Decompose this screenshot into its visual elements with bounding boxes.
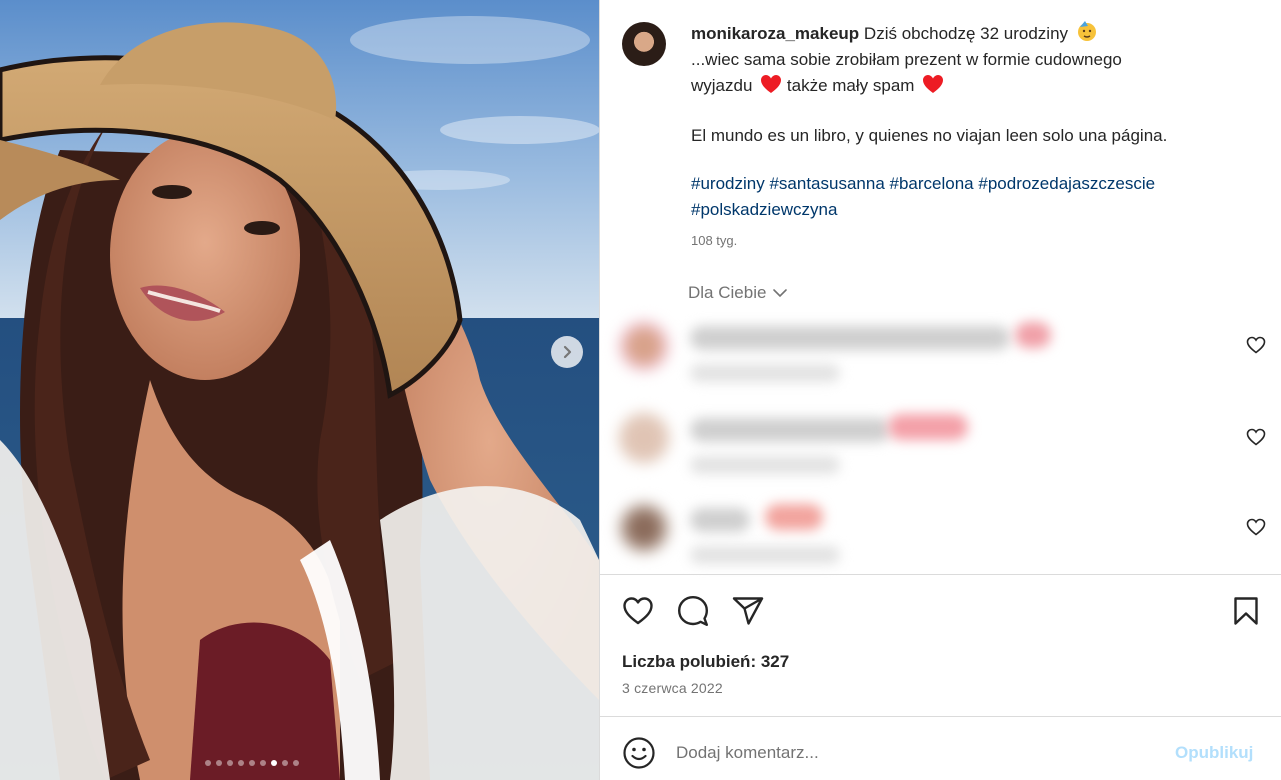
comment-item	[600, 402, 1281, 482]
carousel-next-button[interactable]	[551, 336, 583, 368]
comment-button[interactable]	[676, 594, 710, 628]
chevron-right-icon	[563, 345, 572, 359]
blurred-comment-meta	[690, 364, 840, 382]
hashtag-list: #urodziny #santasusanna #barcelona #podr…	[691, 171, 1251, 223]
commenter-avatar[interactable]	[618, 320, 670, 372]
comment-filter-label: Dla Ciebie	[688, 283, 767, 302]
carousel-dot	[205, 760, 211, 766]
hashtag-link[interactable]: #urodziny	[691, 174, 765, 193]
carousel-dot	[249, 760, 255, 766]
like-button[interactable]	[621, 594, 655, 628]
post-actions-bar	[600, 590, 1281, 634]
caption-line: ...wiec sama sobie zrobiłam prezent w fo…	[691, 50, 1122, 69]
photo-scene	[0, 0, 599, 780]
carousel-dot	[293, 760, 299, 766]
carousel-dot	[216, 760, 222, 766]
chevron-down-icon	[773, 289, 788, 298]
blurred-comment-text	[690, 508, 750, 532]
red-heart-emoji-icon	[923, 75, 944, 93]
comment-input[interactable]	[676, 738, 1156, 768]
red-heart-emoji-icon	[761, 75, 782, 93]
share-button[interactable]	[731, 594, 765, 628]
blurred-emoji	[1015, 322, 1051, 348]
post-details-panel: monikaroza_makeup Dziś obchodzę 32 urodz…	[600, 0, 1281, 780]
blurred-emoji	[765, 504, 823, 530]
comment-filter-dropdown[interactable]: Dla Ciebie	[688, 283, 788, 303]
blurred-comment-meta	[690, 456, 840, 474]
caption-line: wyjazdu	[691, 76, 753, 95]
carousel-indicators	[205, 760, 299, 766]
blurred-comment-text	[690, 418, 890, 442]
likes-count[interactable]: Liczba polubień: 327	[622, 652, 789, 672]
caption-text: monikaroza_makeup Dziś obchodzę 32 urodz…	[691, 20, 1251, 223]
section-divider	[600, 716, 1281, 717]
caption-quote: El mundo es un libro, y quienes no viaja…	[691, 126, 1168, 145]
publish-button[interactable]: Opublikuj	[1175, 743, 1253, 763]
comment-like-heart-icon[interactable]	[1246, 428, 1266, 446]
blurred-emoji	[888, 414, 968, 440]
blurred-comment-meta	[690, 546, 840, 564]
caption-line: Dziś obchodzę 32 urodziny	[863, 24, 1069, 43]
commenter-avatar[interactable]	[618, 502, 670, 554]
comment-item	[600, 492, 1281, 572]
carousel-dot	[260, 760, 266, 766]
section-divider	[600, 574, 1281, 575]
bookmark-icon	[1234, 597, 1258, 625]
post-date[interactable]: 3 czerwca 2022	[622, 680, 723, 696]
paper-plane-icon	[732, 597, 764, 625]
hashtag-link[interactable]: #santasusanna	[769, 174, 884, 193]
comment-item	[600, 310, 1281, 390]
birthday-face-emoji-icon	[1077, 21, 1096, 41]
comment-like-heart-icon[interactable]	[1246, 336, 1266, 354]
hashtag-link[interactable]: #polskadziewczyna	[691, 200, 837, 219]
hashtag-link[interactable]: #podrozedajaszczescie	[978, 174, 1155, 193]
carousel-dot	[282, 760, 288, 766]
comment-bubble-icon	[678, 596, 708, 626]
carousel-dot-active	[271, 760, 277, 766]
carousel-dot	[238, 760, 244, 766]
comment-composer: Opublikuj	[600, 718, 1281, 780]
heart-icon	[623, 597, 653, 625]
post-photo[interactable]	[0, 0, 599, 780]
author-username[interactable]: monikaroza_makeup	[691, 24, 859, 43]
commenter-avatar[interactable]	[618, 412, 670, 464]
emoji-picker-button[interactable]	[622, 736, 656, 770]
hashtag-link[interactable]: #barcelona	[890, 174, 974, 193]
comment-like-heart-icon[interactable]	[1246, 518, 1266, 536]
blurred-comment-text	[690, 326, 1010, 350]
caption-timestamp[interactable]: 108 tyg.	[691, 233, 737, 248]
carousel-dot	[227, 760, 233, 766]
author-avatar[interactable]	[622, 22, 666, 66]
save-button[interactable]	[1229, 594, 1263, 628]
caption-line: także mały spam	[786, 76, 915, 95]
smiley-icon	[623, 737, 655, 769]
